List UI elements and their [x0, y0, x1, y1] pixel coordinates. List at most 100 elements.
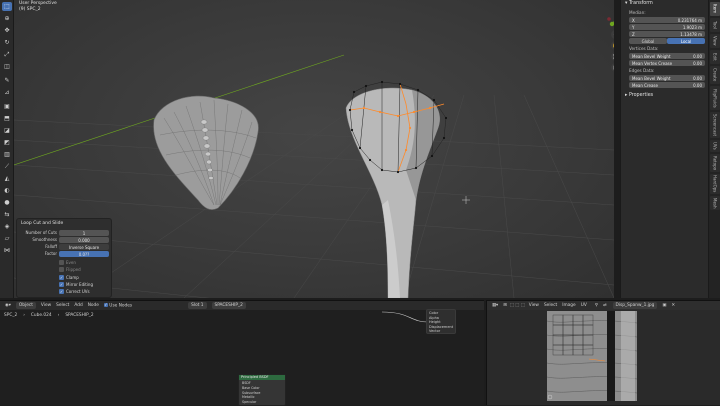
shader-node-editor[interactable]: ◉▾ Object View Select Add Node ✓ Use Nod…	[0, 300, 484, 406]
edge-slide-icon[interactable]: ⇆	[2, 210, 12, 219]
principled-bsdf-node[interactable]: Principled BSDF BSDF Base Color Subsurfa…	[238, 374, 286, 406]
menu-uv[interactable]: UV	[581, 303, 587, 308]
loop-cut-icon[interactable]: ▥	[2, 150, 12, 159]
uv-image-canvas[interactable]	[547, 311, 641, 403]
edge-crease-field[interactable]: Mean Crease 0.00	[629, 82, 705, 88]
annotate-icon[interactable]: ✎	[2, 76, 12, 85]
cuts-field[interactable]: 1	[59, 230, 109, 236]
sync-icon[interactable]: ⇄	[603, 303, 607, 308]
pin-image-icon[interactable]: ▣	[662, 303, 666, 308]
transform-header[interactable]: ▾ Transform	[625, 1, 653, 6]
even-check-box[interactable]	[59, 260, 64, 265]
zoom-icon[interactable]: +	[611, 30, 614, 39]
inset-icon[interactable]: ◪	[2, 126, 12, 135]
cursor-icon[interactable]: ⊕	[2, 14, 12, 23]
redo-panel-title: Loop Cut and Slide	[21, 221, 64, 226]
tab-uvs[interactable]: UVs	[710, 140, 720, 152]
tab-screencast[interactable]: Screencast	[710, 112, 720, 138]
menu-image[interactable]: Image	[562, 303, 575, 308]
sidebar-n-panel[interactable]: ▾ Transform Median: X 0.231764 m Y 1.9023 …	[620, 0, 708, 298]
object-mode-dropdown[interactable]: Object	[15, 302, 36, 309]
properties-header[interactable]: ▸ Properties	[625, 93, 653, 98]
navigation-gizmo[interactable]	[605, 4, 614, 30]
mode-icon[interactable]: ⬚ ⬚ ⬚	[510, 303, 525, 308]
edge-bevel-weight-field[interactable]: Mean Bevel Weight 0.00	[629, 75, 705, 81]
tab-create[interactable]: Create	[710, 66, 720, 84]
shear-icon[interactable]: ▱	[2, 234, 12, 243]
correct-uvs-checkbox[interactable]: ✓ Correct UVs	[59, 289, 90, 294]
smoothness-label: Smoothness	[32, 237, 57, 242]
global-toggle[interactable]: Global	[629, 38, 667, 44]
tab-tool[interactable]: Tool	[710, 18, 720, 32]
shrink-icon[interactable]: ◈	[2, 222, 12, 231]
local-toggle[interactable]: Local	[667, 38, 705, 44]
menu-select[interactable]: Select	[56, 303, 69, 308]
z-field[interactable]: Z 1.13478 m	[629, 31, 705, 37]
menu-select[interactable]: Select	[544, 303, 557, 308]
editor-type-icon[interactable]: ◉▾	[5, 303, 11, 308]
measure-icon[interactable]: ⊿	[2, 88, 12, 97]
select-icon[interactable]: ⬚	[2, 2, 12, 11]
add-cube-icon[interactable]: ▣	[2, 102, 12, 111]
y-field[interactable]: Y 1.9023 m	[629, 24, 705, 30]
sculpt-object[interactable]	[153, 95, 259, 210]
menu-add[interactable]: Add	[74, 303, 82, 308]
pin-icon[interactable]: ⚲	[595, 303, 598, 308]
vertex-crease-field[interactable]: Mean Vertex Crease 0.00	[629, 60, 705, 66]
camera-icon[interactable]: ◙	[611, 52, 614, 61]
rip-icon[interactable]: ⋈	[2, 246, 12, 255]
view-icon[interactable]: ⊞	[503, 303, 507, 308]
slot-dropdown[interactable]: Slot 1	[188, 302, 207, 309]
x-field[interactable]: X 0.231764 m	[629, 17, 705, 23]
output-vector[interactable]: Vector	[429, 329, 453, 334]
menu-view[interactable]: View	[41, 303, 51, 308]
material-selector[interactable]: SPACESHIP_2	[211, 302, 246, 309]
poly-build-icon[interactable]: ◭	[2, 174, 12, 183]
image-name-field[interactable]: Disp_Spanw_1.jpg	[612, 302, 658, 309]
rotate-icon[interactable]: ↻	[2, 38, 12, 47]
scale-icon[interactable]: ⤢	[2, 50, 12, 59]
clamp-checkbox[interactable]: ✓ Clamp	[59, 275, 79, 280]
falloff-dropdown[interactable]: Inverse Square	[59, 244, 109, 250]
use-nodes-checkbox[interactable]: ✓ Use Nodes	[103, 302, 132, 308]
clamp-check-box[interactable]: ✓	[59, 275, 64, 280]
smooth-icon[interactable]: ●	[2, 198, 12, 207]
menu-node[interactable]: Node	[88, 303, 99, 308]
tab-retopo[interactable]: Retopo	[710, 154, 720, 172]
close-icon[interactable]: ✕	[671, 303, 675, 308]
bevel-icon[interactable]: ◩	[2, 138, 12, 147]
node-row[interactable]: Specular	[242, 400, 282, 405]
menu-view[interactable]: View	[529, 303, 539, 308]
factor-field[interactable]: 0.0??	[59, 251, 109, 257]
mirror-editing-checkbox[interactable]: ✓ Mirror Editing	[59, 282, 93, 287]
knife-icon[interactable]: ⟋	[2, 162, 12, 171]
median-label: Median:	[629, 10, 646, 15]
smoothness-row: Smoothness 0.000	[17, 237, 113, 243]
redo-panel-loop-cut[interactable]: Loop Cut and Slide Number of Cuts 1 Smoo…	[16, 218, 112, 298]
clamp-label: Clamp	[66, 275, 79, 280]
correct-uvs-check-box[interactable]: ✓	[59, 289, 64, 294]
mirror-check-box[interactable]: ✓	[59, 282, 64, 287]
move-icon[interactable]: ✥	[2, 26, 12, 35]
flipped-checkbox[interactable]: Flipped	[59, 267, 81, 272]
smoothness-field[interactable]: 0.000	[59, 237, 109, 243]
flipped-check-box[interactable]	[59, 267, 64, 272]
tab-item[interactable]: Item	[710, 2, 720, 16]
image-editor[interactable]: ▦▾ ⊞ ⬚ ⬚ ⬚ View Select Image UV ⚲ ⇄ Disp…	[486, 300, 720, 405]
tab-mesh[interactable]: Mesh	[710, 196, 720, 210]
vertex-bevel-weight-field[interactable]: Mean Bevel Weight 0.00	[629, 53, 705, 59]
pan-hand-icon[interactable]: ✋	[611, 41, 614, 50]
extrude-icon[interactable]: ⬒	[2, 114, 12, 123]
node-output-list[interactable]: Color Alpha Height Displacement Vector	[426, 309, 456, 334]
even-checkbox[interactable]: Even	[59, 260, 76, 265]
grid-toggle-icon[interactable]: ▦	[611, 63, 614, 72]
tab-flipfluids[interactable]: FlipFluids	[710, 86, 720, 110]
transform-icon[interactable]: ◫	[2, 62, 12, 71]
tab-edit[interactable]: Edit	[710, 50, 720, 64]
falloff-row: Falloff Inverse Square	[17, 244, 113, 250]
edit-mesh-object[interactable]	[345, 80, 448, 298]
tab-hardops[interactable]: HardOps	[710, 174, 720, 194]
spin-icon[interactable]: ◐	[2, 186, 12, 195]
tab-view[interactable]: View	[710, 34, 720, 48]
editor-type-icon[interactable]: ▦▾	[492, 303, 498, 308]
